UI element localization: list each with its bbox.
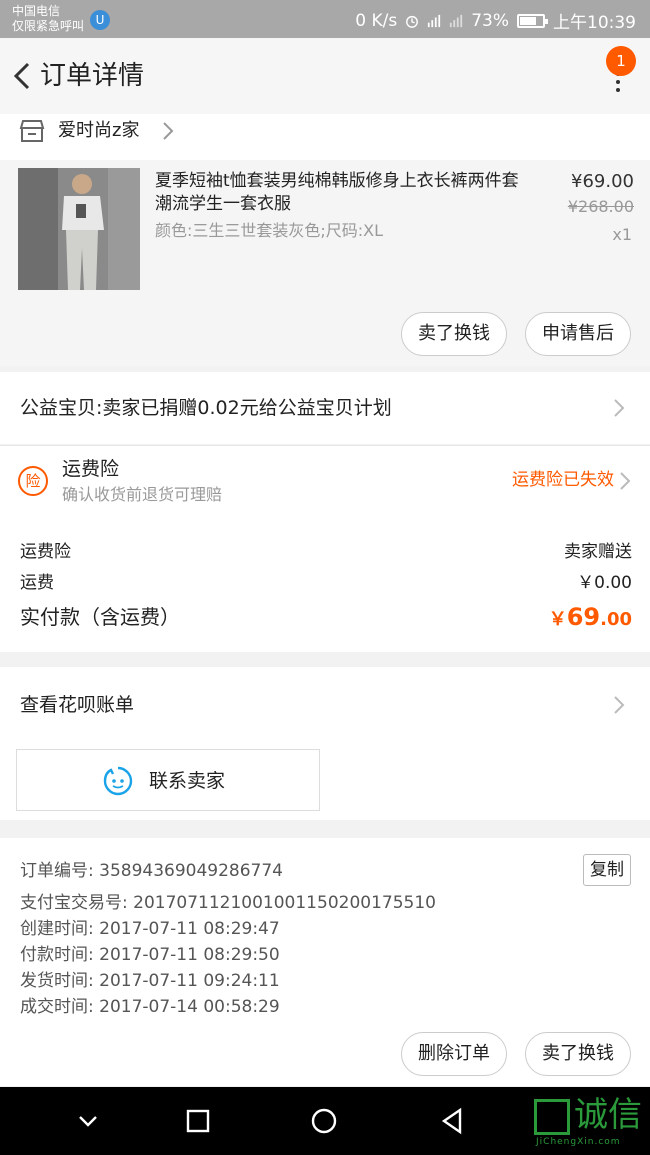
alipay-trade-number: 支付宝交易号: 2017071121001001150200175510 xyxy=(20,893,436,913)
page-title: 订单详情 xyxy=(40,61,145,91)
shipping-label: 运费 xyxy=(20,573,54,593)
sell-for-cash-button[interactable]: 卖了换钱 xyxy=(525,1032,631,1076)
carrier-name: 中国电信 xyxy=(12,4,61,18)
charity-text: 公益宝贝:卖家已捐赠0.02元给公益宝贝计划 xyxy=(20,397,392,419)
total-integer: 69 xyxy=(566,603,601,631)
carrier-status: 仅限紧急呼叫 xyxy=(12,19,85,33)
home-circle-icon[interactable] xyxy=(308,1105,340,1137)
chevron-right-icon xyxy=(620,472,631,490)
total-label: 实付款（含运费） xyxy=(20,605,180,629)
product-quantity: x1 xyxy=(612,225,632,244)
chat-face-icon xyxy=(103,766,133,796)
insurance-subtitle: 确认收货前退货可理赔 xyxy=(62,485,223,504)
back-arrow-icon[interactable] xyxy=(8,58,38,94)
insurance-icon: 险 xyxy=(18,466,48,496)
chevron-right-icon xyxy=(163,122,174,140)
copy-button[interactable]: 复制 xyxy=(583,854,631,886)
delete-order-button[interactable]: 删除订单 xyxy=(401,1032,507,1076)
product-card[interactable]: 夏季短袖t恤套装男纯棉韩版修身上衣长裤两件套潮流学生一套衣服 颜色:三生三世套装… xyxy=(0,160,650,366)
product-sku: 颜色:三生三世套装灰色;尺码:XL xyxy=(155,221,384,240)
created-time: 创建时间: 2017-07-11 08:29:47 xyxy=(20,919,280,939)
total-value: ￥69.00 xyxy=(549,602,632,635)
huabei-section: 查看花呗账单 联系卖家 xyxy=(0,667,650,820)
watermark-sub: JiChengXin.com xyxy=(536,1137,621,1147)
insurance-cost-value: 卖家赠送 xyxy=(564,542,632,562)
shipping-value: ￥0.00 xyxy=(577,573,632,593)
recents-square-icon[interactable] xyxy=(182,1105,214,1137)
insurance-status[interactable]: 运费险已失效 xyxy=(512,468,614,492)
chevron-right-icon xyxy=(614,399,625,417)
watermark-text: 诚信 xyxy=(574,1095,642,1135)
product-title: 夏季短袖t恤套装男纯棉韩版修身上衣长裤两件套潮流学生一套衣服 xyxy=(155,171,519,214)
watermark-box-icon xyxy=(534,1099,570,1135)
page-header: 订单详情 1 xyxy=(0,38,650,114)
shipping-cost-row: 运费 ￥0.00 xyxy=(20,571,632,595)
paid-time: 付款时间: 2017-07-11 08:29:50 xyxy=(20,945,280,965)
total-currency: ￥ xyxy=(548,609,567,630)
shop-row[interactable]: 爱时尚z家 xyxy=(0,114,650,160)
total-decimal: .00 xyxy=(600,609,632,630)
charity-row[interactable]: 公益宝贝:卖家已捐赠0.02元给公益宝贝计划 xyxy=(0,372,650,444)
total-row: 实付款（含运费） ￥69.00 xyxy=(20,602,632,632)
notification-badge: 1 xyxy=(606,46,636,76)
app-shield-icon: U xyxy=(90,10,110,30)
alarm-icon xyxy=(406,15,419,28)
battery-icon xyxy=(517,13,548,28)
order-number: 订单编号: 35894369049286774 xyxy=(20,861,284,881)
product-price: ¥69.00 xyxy=(571,171,634,192)
status-indicators: 0 K/s 73% 上午10:39 xyxy=(355,8,636,34)
watermark-logo: 诚信 JiChengXin.com xyxy=(534,1093,650,1149)
contact-seller-label: 联系卖家 xyxy=(149,770,226,792)
insurance-cost-row: 运费险 卖家赠送 xyxy=(20,540,632,564)
after-sale-button[interactable]: 申请售后 xyxy=(525,312,631,356)
store-icon xyxy=(19,120,45,142)
carrier-info: 中国电信 仅限紧急呼叫 xyxy=(12,4,84,34)
huabei-bill-link[interactable]: 查看花呗账单 xyxy=(20,691,134,719)
shop-name: 爱时尚z家 xyxy=(58,120,140,141)
signal-icon xyxy=(428,14,441,27)
product-image[interactable] xyxy=(18,168,140,290)
signal-no-sim-icon xyxy=(450,14,463,27)
insurance-title: 运费险 xyxy=(62,458,120,480)
insurance-section: 险 运费险 确认收货前退货可理赔 运费险已失效 运费险 卖家赠送 运费 ￥0.0… xyxy=(0,445,650,652)
product-original-price: ¥268.00 xyxy=(567,197,634,216)
battery-percent: 73% xyxy=(471,10,509,31)
sell-for-cash-button[interactable]: 卖了换钱 xyxy=(401,312,507,356)
clock: 上午10:39 xyxy=(553,13,636,33)
network-speed: 0 K/s xyxy=(355,10,398,31)
completed-time: 成交时间: 2017-07-14 00:58:29 xyxy=(20,997,280,1017)
hide-nav-icon[interactable] xyxy=(72,1105,104,1137)
order-info-section: 订单编号: 35894369049286774 复制 支付宝交易号: 20170… xyxy=(0,838,650,1086)
contact-seller-button[interactable]: 联系卖家 xyxy=(16,749,320,811)
insurance-cost-label: 运费险 xyxy=(20,542,71,562)
back-triangle-icon[interactable] xyxy=(436,1105,468,1137)
status-bar: 中国电信 仅限紧急呼叫 U 0 K/s 73% 上午10:39 xyxy=(0,0,650,38)
chevron-right-icon xyxy=(614,696,625,714)
shipped-time: 发货时间: 2017-07-11 09:24:11 xyxy=(20,971,280,991)
